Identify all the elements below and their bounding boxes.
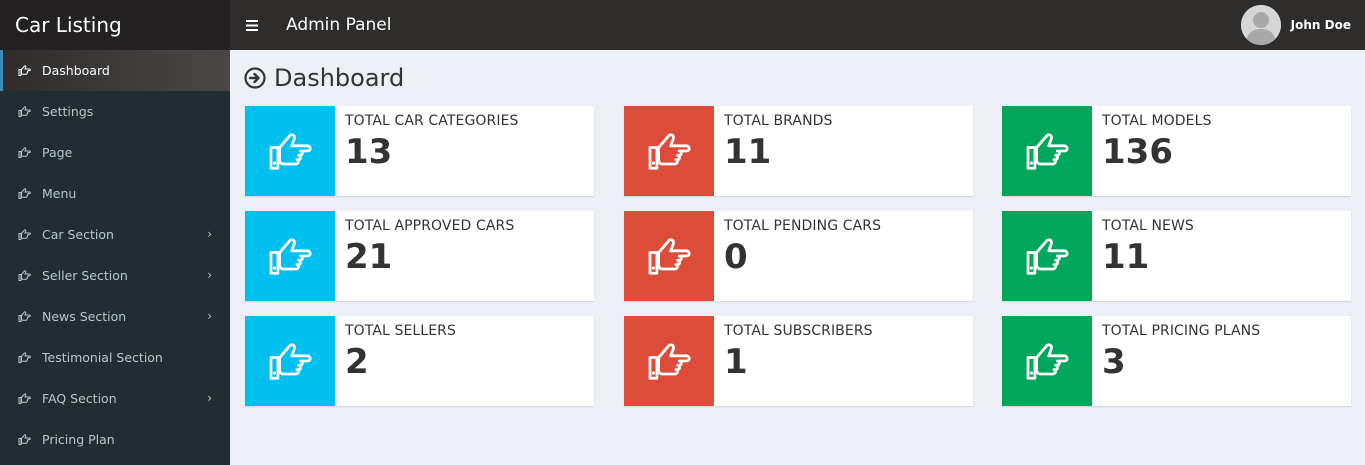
sidebar-item-label: News Section [42,309,127,324]
sidebar-item-page[interactable]: Page [0,132,230,173]
user-avatar-icon[interactable] [1240,5,1281,45]
hand-point-right-icon [1026,133,1069,170]
sidebar-item-label: Settings [42,104,94,119]
card-value: 13 [345,132,393,172]
chevron-right-icon: › [207,391,212,405]
hand-point-right-icon [1026,343,1069,380]
stat-card-subscribers[interactable]: TOTAL SUBSCRIBERS 1 [624,316,973,406]
hand-point-right-icon [269,133,312,170]
sidebar-item-dashboard[interactable]: Dashboard [0,50,230,91]
hand-point-right-icon [18,352,31,363]
sidebar-item-seller-section[interactable]: Seller Section › [0,255,230,296]
sidebar-item-label: Menu [42,186,77,201]
hand-point-right-icon [18,188,31,199]
panel-title: Admin Panel [286,15,392,35]
sidebar-item-label: Dashboard [42,63,110,78]
card-icon-box [624,316,714,406]
hand-point-right-icon [269,343,312,380]
card-label: TOTAL SUBSCRIBERS [724,323,873,339]
sidebar-item-settings[interactable]: Settings [0,91,230,132]
brand-logo[interactable]: Car Listing [0,0,230,50]
stat-card-approved-cars[interactable]: TOTAL APPROVED CARS 21 [245,211,594,301]
card-value: 1 [724,342,748,382]
card-icon-box [245,211,335,301]
card-label: TOTAL BRANDS [724,113,833,129]
hand-point-right-icon [18,65,31,76]
sidebar-item-label: Testimonial Section [42,350,163,365]
hand-point-right-icon [648,343,691,380]
sidebar-item-pricing-plan[interactable]: Pricing Plan [0,419,230,460]
sidebar-item-label: Seller Section [42,268,128,283]
card-label: TOTAL PENDING CARS [724,218,882,234]
top-navbar: Car Listing Admin Panel John Doe [0,0,1365,50]
chevron-right-icon: › [207,309,212,323]
sidebar-item-faq-section[interactable]: FAQ Section › [0,378,230,419]
stat-card-brands[interactable]: TOTAL BRANDS 11 [624,106,973,196]
card-value: 3 [1102,342,1126,382]
sidebar: Dashboard Settings Page Menu Car Section… [0,50,230,465]
sidebar-item-label: FAQ Section [42,391,117,406]
sidebar-item-menu[interactable]: Menu [0,173,230,214]
card-label: TOTAL MODELS [1102,113,1212,129]
sidebar-item-label: Pricing Plan [42,432,115,447]
card-label: TOTAL PRICING PLANS [1102,323,1261,339]
chevron-right-icon: › [207,227,212,241]
stat-card-sellers[interactable]: TOTAL SELLERS 2 [245,316,594,406]
card-label: TOTAL SELLERS [345,323,456,339]
card-label: TOTAL APPROVED CARS [345,218,515,234]
hand-point-right-icon [18,147,31,158]
card-icon-box [1002,316,1092,406]
sidebar-item-car-section[interactable]: Car Section › [0,214,230,255]
hand-point-right-icon [18,434,31,445]
card-icon-box [624,106,714,196]
sidebar-item-label: Page [42,145,73,160]
sidebar-item-testimonial-section[interactable]: Testimonial Section [0,337,230,378]
card-value: 2 [345,342,369,382]
card-icon-box [245,106,335,196]
user-menu[interactable]: John Doe [1240,5,1351,45]
main-content: Dashboard TOTAL CAR CATEGORIES 13 TOTAL … [230,50,1365,465]
sidebar-item-news-section[interactable]: News Section › [0,296,230,337]
chevron-right-icon: › [207,268,212,282]
card-label: TOTAL NEWS [1102,218,1194,234]
hand-point-right-icon [269,238,312,275]
hand-point-right-icon [18,393,31,404]
hand-point-right-icon [1026,238,1069,275]
page-title: Dashboard [244,64,404,92]
card-value: 0 [724,237,748,277]
card-icon-box [245,316,335,406]
card-icon-box [1002,106,1092,196]
card-value: 11 [724,132,772,172]
page-title-text: Dashboard [274,64,405,92]
stat-card-models[interactable]: TOTAL MODELS 136 [1002,106,1351,196]
hamburger-icon[interactable] [232,16,272,35]
stat-card-car-categories[interactable]: TOTAL CAR CATEGORIES 13 [245,106,594,196]
hand-point-right-icon [648,133,691,170]
user-name[interactable]: John Doe [1291,18,1351,32]
stat-card-pending-cars[interactable]: TOTAL PENDING CARS 0 [624,211,973,301]
card-value: 21 [345,237,393,277]
hand-point-right-icon [18,229,31,240]
sidebar-item-label: Car Section [42,227,114,242]
card-value: 11 [1102,237,1150,277]
card-label: TOTAL CAR CATEGORIES [345,113,519,129]
card-icon-box [624,211,714,301]
hand-point-right-icon [648,238,691,275]
stat-card-pricing-plans[interactable]: TOTAL PRICING PLANS 3 [1002,316,1351,406]
card-value: 136 [1102,132,1173,172]
hand-point-right-icon [18,270,31,281]
hand-point-right-icon [18,106,31,117]
hand-point-right-icon [18,311,31,322]
stat-card-news[interactable]: TOTAL NEWS 11 [1002,211,1351,301]
card-icon-box [1002,211,1092,301]
arrow-circle-right-icon [244,67,266,89]
